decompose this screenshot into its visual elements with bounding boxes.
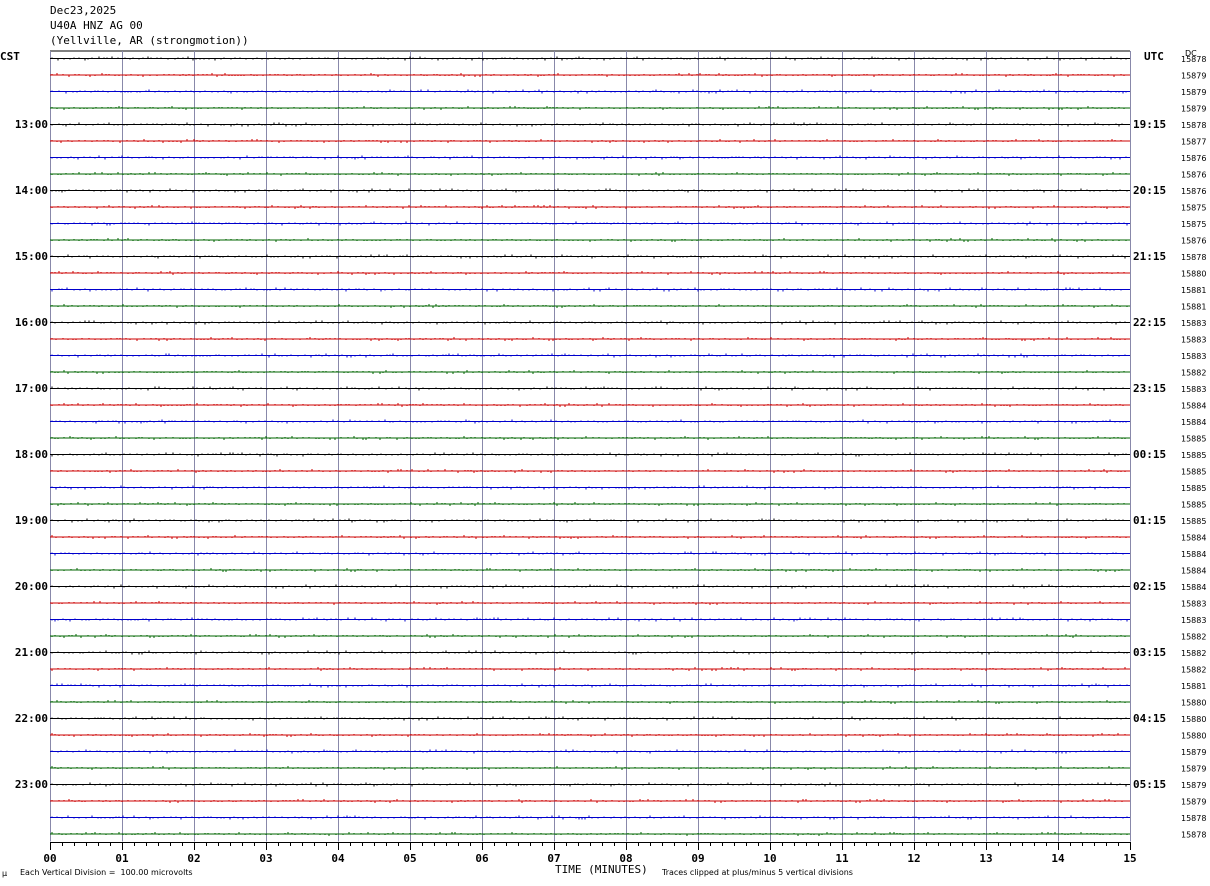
utc-hour-label: 19:15 xyxy=(1133,118,1166,131)
helicorder-plot: 15878 15879 15879 15879 15878 15877 15876 15876… xyxy=(15,50,1206,865)
clip-note: Traces clipped at plus/minus 5 vertical … xyxy=(662,868,853,877)
x-tick-label: 09 xyxy=(691,852,704,865)
x-tick-label: 14 xyxy=(1051,852,1065,865)
dc-offset-label: 15883 xyxy=(1181,385,1206,394)
dc-offset-label: 15883 xyxy=(1181,352,1206,361)
dc-offset-label: 15885 xyxy=(1181,517,1206,526)
utc-hour-label: 04:15 xyxy=(1133,712,1166,725)
dc-offset-label: 15884 xyxy=(1181,550,1206,559)
cst-hour-label: 16:00 xyxy=(15,316,48,329)
utc-hour-label: 21:15 xyxy=(1133,250,1166,263)
cst-hour-label: 22:00 xyxy=(15,712,48,725)
vertical-scale-note: Each Vertical Division = 100.00 microvol… xyxy=(20,868,193,877)
cst-hour-label: 14:00 xyxy=(15,184,48,197)
dc-offset-label: 15875 xyxy=(1181,220,1206,229)
x-tick-label: 00 xyxy=(43,852,56,865)
dc-offset-label: 15881 xyxy=(1181,303,1206,312)
x-tick-label: 11 xyxy=(835,852,849,865)
cst-hour-label: 20:00 xyxy=(15,580,48,593)
dc-offset-label: 15878 xyxy=(1181,253,1206,262)
dc-offset-label: 15883 xyxy=(1181,336,1206,345)
dc-offset-label: 15882 xyxy=(1181,633,1206,642)
dc-offset-label: 15880 xyxy=(1181,715,1206,724)
dc-offset-label: 15884 xyxy=(1181,534,1206,543)
dc-offset-label: 15885 xyxy=(1181,451,1206,460)
x-tick-label: 03 xyxy=(259,852,272,865)
cst-hour-label: 15:00 xyxy=(15,250,48,263)
dc-offset-label: 15878 xyxy=(1181,121,1206,130)
dc-offset-label: 15876 xyxy=(1181,154,1206,163)
cst-hour-label: 23:00 xyxy=(15,778,48,791)
x-axis-title: TIME (MINUTES) xyxy=(555,863,648,876)
microvolt-symbol-icon: μ xyxy=(2,869,8,878)
utc-hour-label: 00:15 xyxy=(1133,448,1166,461)
dc-offset-label: 15879 xyxy=(1181,748,1206,757)
x-tick-label: 10 xyxy=(763,852,776,865)
dc-offset-label: 15884 xyxy=(1181,402,1206,411)
dc-offset-label: 15885 xyxy=(1181,484,1206,493)
dc-offset-label: 15882 xyxy=(1181,369,1206,378)
dc-offset-label: 15879 xyxy=(1181,798,1206,807)
dc-offset-label: 15880 xyxy=(1181,270,1206,279)
utc-hour-label: 23:15 xyxy=(1133,382,1166,395)
dc-offset-label: 15879 xyxy=(1181,765,1206,774)
x-tick-label: 01 xyxy=(115,852,129,865)
dc-offset-label: 15883 xyxy=(1181,600,1206,609)
dc-offset-label: 15884 xyxy=(1181,418,1206,427)
dc-offset-label: 15879 xyxy=(1181,105,1206,114)
dc-offset-label: 15883 xyxy=(1181,319,1206,328)
cst-hour-label: 18:00 xyxy=(15,448,48,461)
dc-offset-label: 15882 xyxy=(1181,649,1206,658)
cst-hour-label: 17:00 xyxy=(15,382,48,395)
x-tick-label: 12 xyxy=(907,852,920,865)
dc-offset-label: 15879 xyxy=(1181,781,1206,790)
dc-offset-label: 15876 xyxy=(1181,237,1206,246)
x-tick-label: 05 xyxy=(403,852,416,865)
utc-hour-label: 20:15 xyxy=(1133,184,1166,197)
utc-hour-label: 03:15 xyxy=(1133,646,1166,659)
dc-offset-label: 15878 xyxy=(1181,831,1206,840)
x-tick-label: 04 xyxy=(331,852,345,865)
dc-offset-label: 15881 xyxy=(1181,286,1206,295)
utc-hour-label: 05:15 xyxy=(1133,778,1166,791)
dc-offset-label: 15880 xyxy=(1181,699,1206,708)
x-tick-label: 06 xyxy=(475,852,489,865)
dc-offset-label: 15885 xyxy=(1181,468,1206,477)
dc-offset-label: 15876 xyxy=(1181,171,1206,180)
dc-offset-label: 15883 xyxy=(1181,616,1206,625)
utc-hour-label: 01:15 xyxy=(1133,514,1166,527)
cst-hour-label: 19:00 xyxy=(15,514,48,527)
x-tick-label: 15 xyxy=(1123,852,1136,865)
dc-offset-label: 15878 xyxy=(1181,55,1206,64)
x-tick-label: 02 xyxy=(187,852,200,865)
dc-offset-label: 15880 xyxy=(1181,732,1206,741)
dc-offset-label: 15885 xyxy=(1181,501,1206,510)
dc-offset-label: 15881 xyxy=(1181,682,1206,691)
dc-offset-label: 15885 xyxy=(1181,435,1206,444)
cst-hour-label: 21:00 xyxy=(15,646,48,659)
dc-offset-label: 15875 xyxy=(1181,204,1206,213)
utc-hour-label: 02:15 xyxy=(1133,580,1166,593)
dc-offset-label: 15879 xyxy=(1181,72,1206,81)
dc-offset-label: 15882 xyxy=(1181,666,1206,675)
utc-hour-label: 22:15 xyxy=(1133,316,1166,329)
dc-offset-label: 15877 xyxy=(1181,138,1206,147)
x-tick-label: 13 xyxy=(979,852,992,865)
dc-offset-label: 15878 xyxy=(1181,814,1206,823)
dc-offset-label: 15879 xyxy=(1181,88,1206,97)
cst-hour-label: 13:00 xyxy=(15,118,48,131)
dc-offset-label: 15884 xyxy=(1181,583,1206,592)
dc-offset-label: 15884 xyxy=(1181,567,1206,576)
dc-offset-label: 15876 xyxy=(1181,187,1206,196)
